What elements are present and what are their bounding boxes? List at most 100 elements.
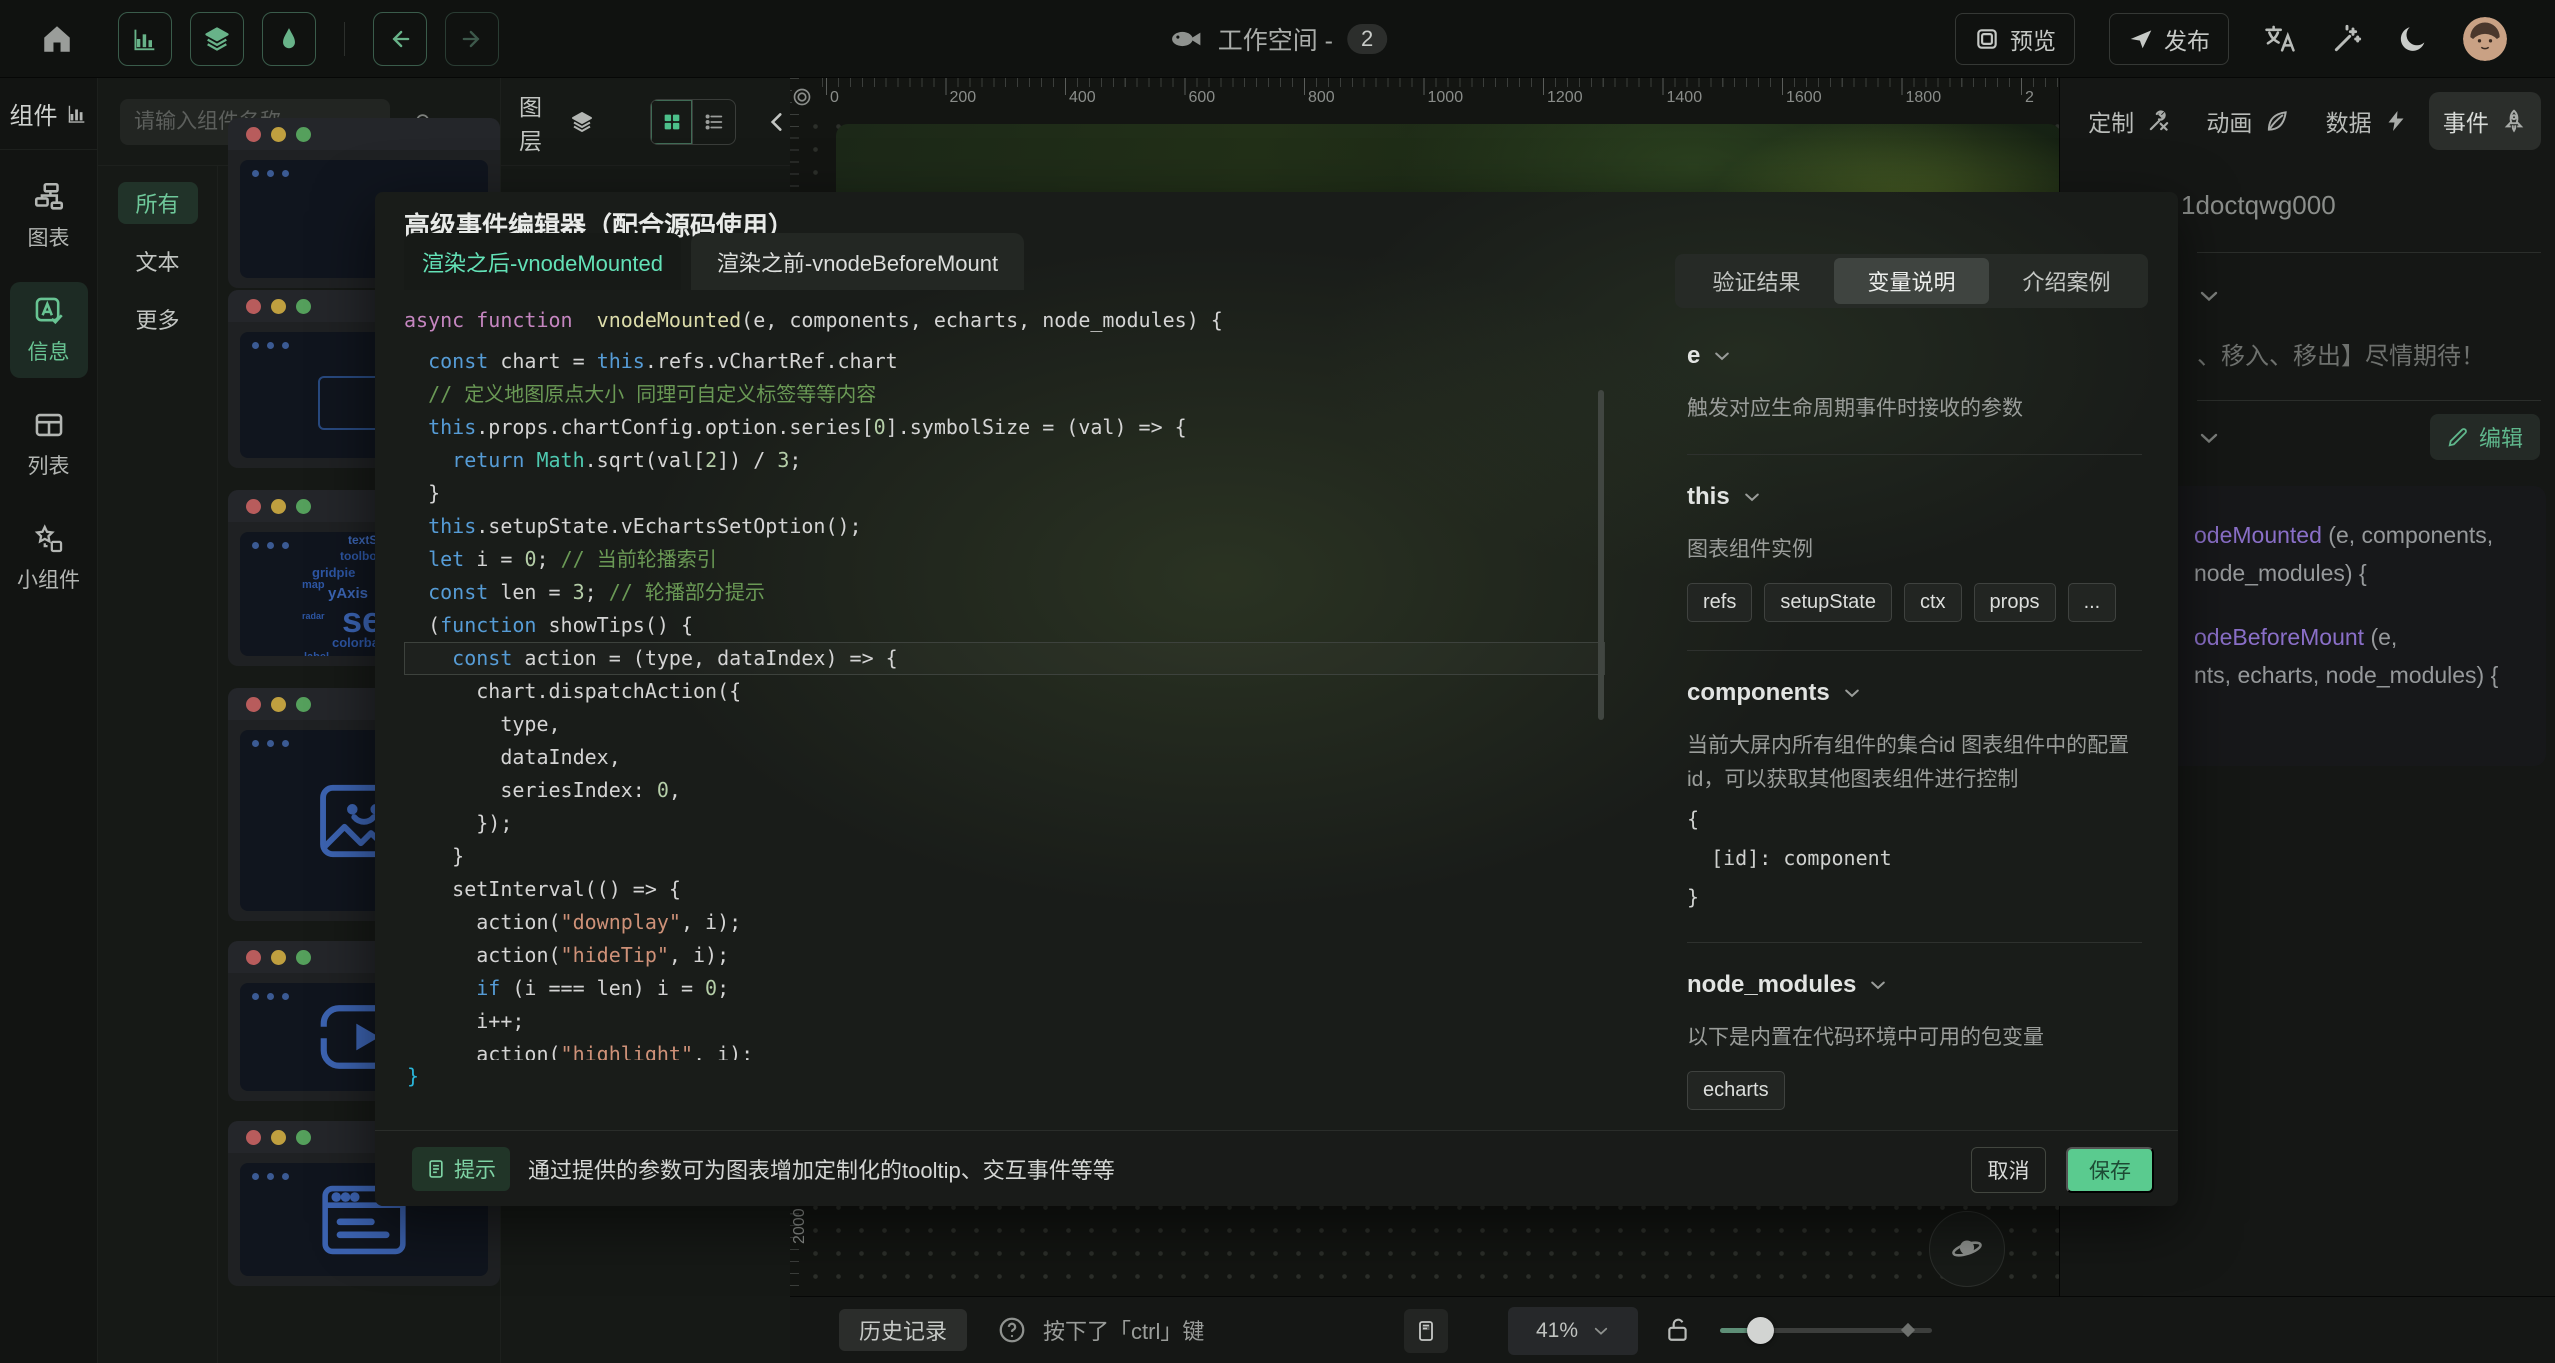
dark-mode-moon-icon[interactable]: [2397, 23, 2429, 55]
code-line[interactable]: const len = 3; // 轮播部分提示: [404, 576, 1605, 609]
divider: [1687, 454, 2142, 455]
undo-button[interactable]: [373, 12, 427, 66]
code-line[interactable]: action("highlight", i);: [404, 1038, 1605, 1060]
history-button[interactable]: 历史记录: [839, 1309, 967, 1351]
code-line[interactable]: if (i === len) i = 0;: [404, 972, 1605, 1005]
code-line[interactable]: let i = 0; // 当前轮播索引: [404, 543, 1605, 576]
code-line[interactable]: action("downplay", i);: [404, 906, 1605, 939]
zoom-slider[interactable]: [1720, 1328, 1932, 1333]
ruler-label: 1800: [1906, 89, 1942, 107]
variable-tag[interactable]: setupState: [1764, 583, 1892, 622]
code-line[interactable]: this.setupState.vEchartsSetOption();: [404, 510, 1605, 543]
category-3[interactable]: 更多: [118, 298, 198, 340]
language-icon[interactable]: [2263, 22, 2297, 56]
code-line[interactable]: async function vnodeMounted(e, component…: [404, 304, 1605, 337]
cancel-button[interactable]: 取消: [1971, 1147, 2046, 1193]
sidebar-item-2[interactable]: 信息: [10, 282, 88, 378]
edit-event-button[interactable]: 编辑: [2430, 414, 2540, 460]
traffic-dot: [271, 299, 286, 314]
planet-button[interactable]: [1929, 1211, 2005, 1287]
code-line[interactable]: type,: [404, 708, 1605, 741]
code-line[interactable]: // 定义地图原点大小 同理可自定义标签等等内容: [404, 378, 1605, 411]
variables-sections: e触发对应生命周期事件时接收的参数this图表组件实例refssetupStat…: [1687, 342, 2142, 1110]
home-icon[interactable]: [40, 22, 74, 56]
code-line[interactable]: (function showTips() {: [404, 609, 1605, 642]
category-2[interactable]: 文本: [118, 240, 198, 282]
ruler-origin-icon[interactable]: [792, 83, 814, 110]
variable-section-name[interactable]: this: [1687, 483, 2142, 511]
code-line[interactable]: const action = (type, dataIndex) => {: [404, 642, 1605, 675]
sidebar-item-3[interactable]: 列表: [10, 396, 88, 492]
settings-tabs: 定制动画数据事件: [2060, 78, 2555, 164]
vars-tab-1[interactable]: 验证结果: [1679, 258, 1834, 304]
settings-tab-1[interactable]: 定制: [2074, 92, 2186, 150]
user-avatar[interactable]: [2463, 17, 2507, 61]
vars-tab-3[interactable]: 介绍案例: [1989, 258, 2144, 304]
settings-tab-label: 事件: [2443, 104, 2489, 138]
code-line[interactable]: });: [404, 807, 1605, 840]
slider-handle[interactable]: [1747, 1317, 1774, 1344]
mini-window-dots: [252, 170, 289, 177]
traffic-dot: [296, 697, 311, 712]
redo-button[interactable]: [445, 12, 499, 66]
minimap-button[interactable]: [1404, 1309, 1448, 1353]
help-icon[interactable]: [997, 1315, 1027, 1345]
magic-wand-icon[interactable]: [2331, 23, 2363, 55]
code-line[interactable]: this.props.chartConfig.option.series[0].…: [404, 411, 1605, 444]
editor-scrollbar[interactable]: [1598, 390, 1604, 720]
vars-tab-2[interactable]: 变量说明: [1834, 258, 1989, 304]
variable-tag[interactable]: props: [1974, 583, 2056, 622]
code-line[interactable]: i++;: [404, 1005, 1605, 1038]
save-button[interactable]: 保存: [2066, 1147, 2154, 1193]
code-line[interactable]: chart.dispatchAction({: [404, 675, 1605, 708]
sidebar-item-1[interactable]: 图表: [10, 168, 88, 264]
variable-section-name[interactable]: e: [1687, 342, 2142, 370]
tab-vnode-mounted[interactable]: 渲染之后-vnodeMounted: [404, 233, 681, 290]
variable-tag[interactable]: echarts: [1687, 1071, 1785, 1110]
code-editor[interactable]: async function vnodeMounted(e, component…: [404, 290, 1605, 1060]
collapse-panel-icon[interactable]: [764, 109, 790, 135]
variable-tag[interactable]: ctx: [1904, 583, 1962, 622]
pencil-icon: [2447, 426, 2469, 448]
layer-view-toggle: [650, 99, 736, 145]
list-view-button[interactable]: [693, 100, 735, 144]
code-line[interactable]: }: [404, 477, 1605, 510]
code-line[interactable]: const chart = this.refs.vChartRef.chart: [404, 345, 1605, 378]
grid-view-button[interactable]: [651, 100, 693, 144]
variable-section-name[interactable]: components: [1687, 679, 2142, 707]
wordcloud-word: gridpie: [312, 566, 355, 579]
code-line[interactable]: seriesIndex: 0,: [404, 774, 1605, 807]
publish-button[interactable]: 发布: [2109, 13, 2229, 65]
variable-code-line: }: [1687, 881, 2142, 914]
horizontal-ruler: 0200400600800100012001400160018002: [812, 78, 2059, 110]
chart-tool-button[interactable]: [118, 12, 172, 66]
settings-tab-2[interactable]: 动画: [2192, 92, 2304, 150]
variable-section-name[interactable]: node_modules: [1687, 971, 2142, 999]
settings-tab-3[interactable]: 数据: [2311, 92, 2423, 150]
advanced-event-editor-modal: 高级事件编辑器（配合源码使用） 渲染之后-vnodeMounted 渲染之前-v…: [375, 192, 2178, 1206]
browser-icon: [1974, 26, 2000, 52]
app-root: 0200400600800100012001400160018002 2000: [0, 0, 2555, 1363]
workspace-title: 工作空间 -: [1218, 21, 1333, 57]
traffic-dot: [271, 1130, 286, 1145]
code-line[interactable]: setInterval(() => {: [404, 873, 1605, 906]
code-line[interactable]: return Math.sqrt(val[2]) / 3;: [404, 444, 1605, 477]
code-line[interactable]: action("hideTip", i);: [404, 939, 1605, 972]
component-sidebar: 组件 图表信息列表小组件: [0, 78, 98, 1363]
traffic-dot: [296, 299, 311, 314]
variable-tag[interactable]: refs: [1687, 583, 1752, 622]
settings-tab-4[interactable]: 事件: [2429, 92, 2541, 150]
lock-icon[interactable]: [1665, 1315, 1691, 1345]
variable-tag[interactable]: ...: [2068, 583, 2117, 622]
drop-tool-button[interactable]: [262, 12, 316, 66]
code-line[interactable]: dataIndex,: [404, 741, 1605, 774]
zoom-level-select[interactable]: 41%: [1508, 1307, 1638, 1355]
category-1[interactable]: 所有: [118, 182, 198, 224]
preview-button[interactable]: 预览: [1955, 13, 2075, 65]
ruler-label: 0: [830, 89, 839, 107]
sidebar-item-4[interactable]: 小组件: [10, 510, 88, 606]
layers-tool-button[interactable]: [190, 12, 244, 66]
chevron-down-icon[interactable]: [2197, 426, 2221, 450]
code-line[interactable]: }: [404, 840, 1605, 873]
tab-vnode-before-mount[interactable]: 渲染之前-vnodeBeforeMount: [691, 233, 1024, 290]
